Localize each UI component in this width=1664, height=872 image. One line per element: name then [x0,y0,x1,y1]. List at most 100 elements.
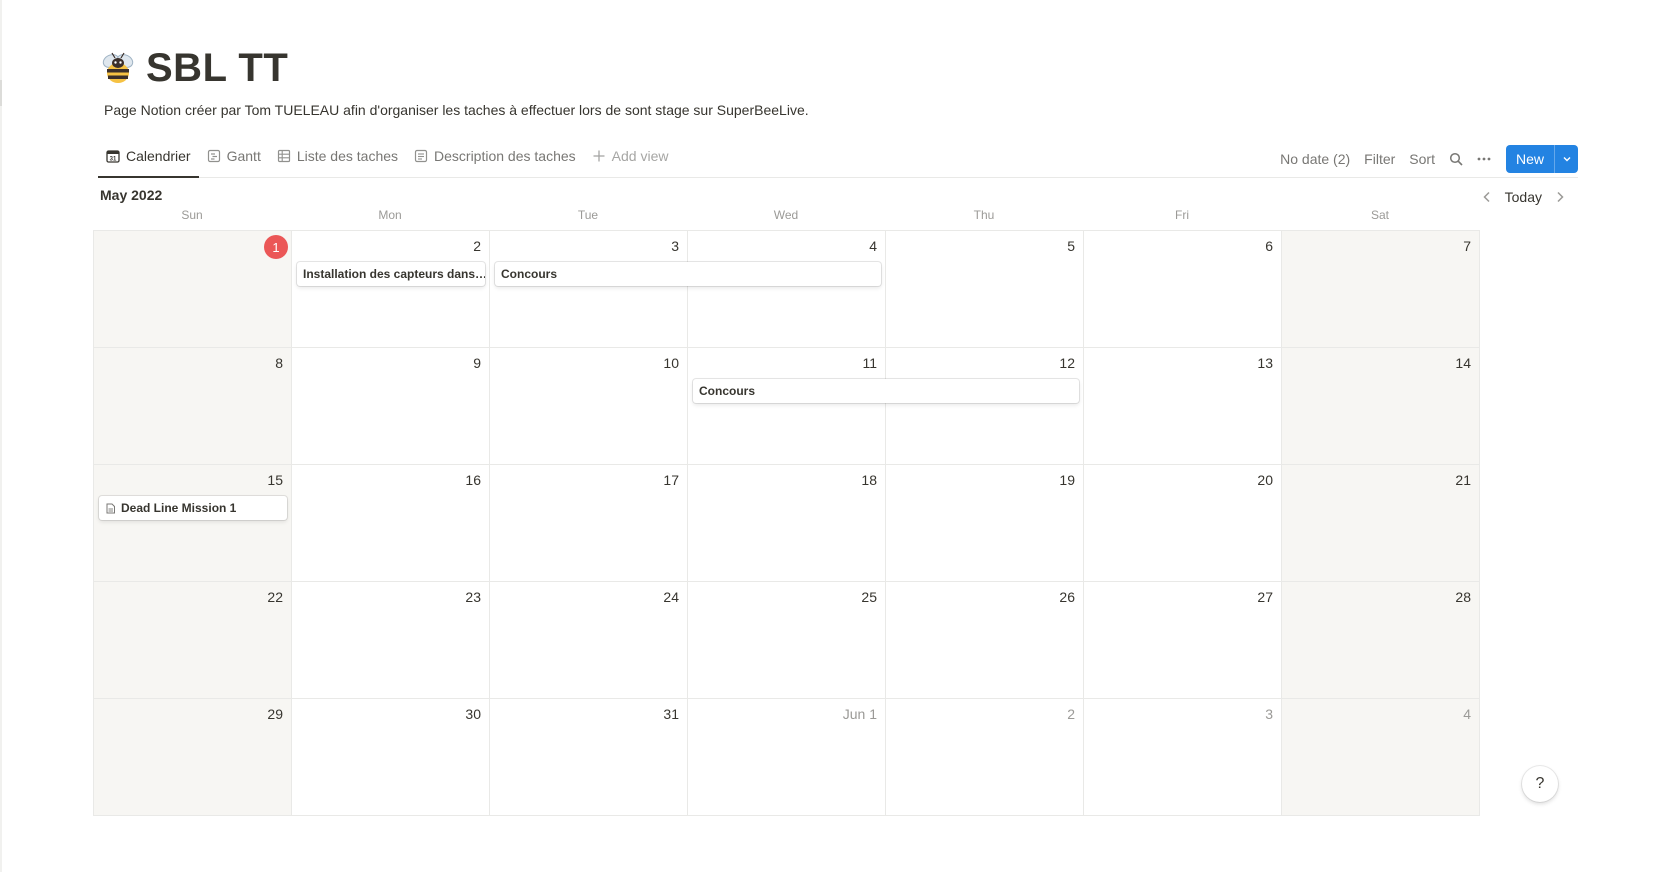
calendar-event[interactable]: Dead Line Mission 1 [99,496,287,520]
calendar-day-cell[interactable]: 13 [1084,348,1282,465]
event-title: Dead Line Mission 1 [121,501,237,515]
day-number: 2 [1067,706,1075,722]
page-title[interactable]: SBL TT [146,46,288,91]
new-button[interactable]: New [1506,145,1554,173]
calendar-day-cell[interactable]: 12 [886,348,1084,465]
page-header: SBL TT [98,40,288,96]
day-number: 16 [465,472,481,488]
calendar-day-cell[interactable]: 6 [1084,231,1282,348]
calendar-day-cell[interactable]: 10 [490,348,688,465]
search-button[interactable] [1442,145,1470,173]
calendar-day-cell[interactable]: 24 [490,582,688,699]
calendar-day-cell[interactable]: Jun 1 [688,699,886,816]
event-title: Installation des capteurs dans… [303,267,485,281]
calendar-day-cell[interactable]: 23 [292,582,490,699]
day-number: 6 [1265,238,1273,254]
day-number: 10 [663,355,679,371]
calendar-day-cell[interactable]: 29 [94,699,292,816]
tab-calendrier[interactable]: 31 Calendrier [98,140,199,178]
calendar-day-cell[interactable]: 27 [1084,582,1282,699]
new-dropdown-button[interactable] [1554,145,1578,173]
calendar-day-cell[interactable]: 21 [1282,465,1480,582]
calendar-day-cell[interactable]: 4 [1282,699,1480,816]
today-badge: 1 [264,235,288,259]
more-options-button[interactable] [1470,145,1498,173]
tab-liste-des-taches[interactable]: Liste des taches [269,140,406,172]
day-number: 28 [1455,589,1471,605]
calendar-day-cell[interactable]: 2 [292,231,490,348]
calendar-day-cell[interactable]: 30 [292,699,490,816]
filter-button[interactable]: Filter [1357,151,1402,167]
weekday-label: Fri [1175,208,1189,222]
tab-label: Description des taches [434,148,576,164]
weekday-header: Sun Mon Tue Wed Thu Fri Sat [93,206,1479,224]
day-number: 3 [671,238,679,254]
weekday-label: Thu [973,208,995,222]
next-month-button[interactable] [1548,185,1572,209]
calendar-day-cell[interactable]: 25 [688,582,886,699]
weekday-label: Sun [181,208,203,222]
day-number: Jun 1 [842,706,877,722]
calendar-day-cell[interactable]: 16 [292,465,490,582]
tab-description-des-taches[interactable]: Description des taches [406,140,584,172]
calendar-day-cell[interactable]: 31 [490,699,688,816]
view-tabs-bar: 31 Calendrier Gantt Liste des taches Des… [98,140,1578,178]
calendar-day-cell[interactable]: 15 [94,465,292,582]
calendar-grid: 1 2 3 4 5 6 7 8 9 10 11 12 13 14 15 16 1… [93,230,1480,816]
calendar-event[interactable]: Concours [495,262,881,286]
calendar-day-cell[interactable]: 9 [292,348,490,465]
day-number: 26 [1059,589,1075,605]
day-number: 23 [465,589,481,605]
calendar-day-cell[interactable]: 7 [1282,231,1480,348]
calendar-nav: Today [1475,183,1572,211]
calendar-day-cell[interactable]: 11 [688,348,886,465]
calendar-day-cell[interactable]: 17 [490,465,688,582]
day-number: 15 [267,472,283,488]
weekday-label: Sat [1370,208,1389,222]
calendar-day-cell[interactable]: 8 [94,348,292,465]
calendar-day-cell[interactable]: 4 [688,231,886,348]
calendar-event[interactable]: Installation des capteurs dans… [297,262,485,286]
day-number: 12 [1059,355,1075,371]
plus-icon [593,150,605,162]
tab-gantt[interactable]: Gantt [199,140,269,172]
calendar-day-cell[interactable]: 14 [1282,348,1480,465]
add-view-button[interactable]: Add view [584,140,677,172]
calendar-day-cell[interactable]: 1 [94,231,292,348]
day-number: 24 [663,589,679,605]
page-icon [106,503,115,513]
day-number: 5 [1067,238,1075,254]
day-number: 4 [869,238,877,254]
day-number: 22 [267,589,283,605]
calendar-day-cell[interactable]: 19 [886,465,1084,582]
day-number: 7 [1463,238,1471,254]
calendar-day-cell[interactable]: 22 [94,582,292,699]
bee-icon[interactable] [98,48,138,88]
sidebar-edge [0,0,2,872]
chevron-left-icon [1483,191,1490,203]
sort-button[interactable]: Sort [1402,151,1442,167]
calendar-day-cell[interactable]: 2 [886,699,1084,816]
calendar-event[interactable]: Concours [693,379,1079,403]
today-button[interactable]: Today [1499,189,1548,205]
calendar-day-cell[interactable]: 5 [886,231,1084,348]
sidebar-resize-handle[interactable] [0,80,2,106]
calendar-day-cell[interactable]: 18 [688,465,886,582]
help-button[interactable]: ? [1522,766,1558,802]
view-tabs: 31 Calendrier Gantt Liste des taches Des… [98,140,676,178]
add-view-label: Add view [611,148,669,164]
tab-label: Liste des taches [296,148,399,164]
no-date-button[interactable]: No date (2) [1273,151,1357,167]
page-description[interactable]: Page Notion créer par Tom TUELEAU afin d… [104,102,809,118]
calendar-day-cell[interactable]: 26 [886,582,1084,699]
calendar-day-cell[interactable]: 20 [1084,465,1282,582]
event-title: Concours [699,384,756,398]
calendar-day-cell[interactable]: 28 [1282,582,1480,699]
calendar-day-cell[interactable]: 3 [1084,699,1282,816]
day-number: 3 [1265,706,1273,722]
tab-label: Gantt [226,148,261,164]
day-number: 27 [1257,589,1273,605]
weekday-label: Tue [577,208,599,222]
day-number: 9 [473,355,481,371]
calendar-day-cell[interactable]: 3 [490,231,688,348]
